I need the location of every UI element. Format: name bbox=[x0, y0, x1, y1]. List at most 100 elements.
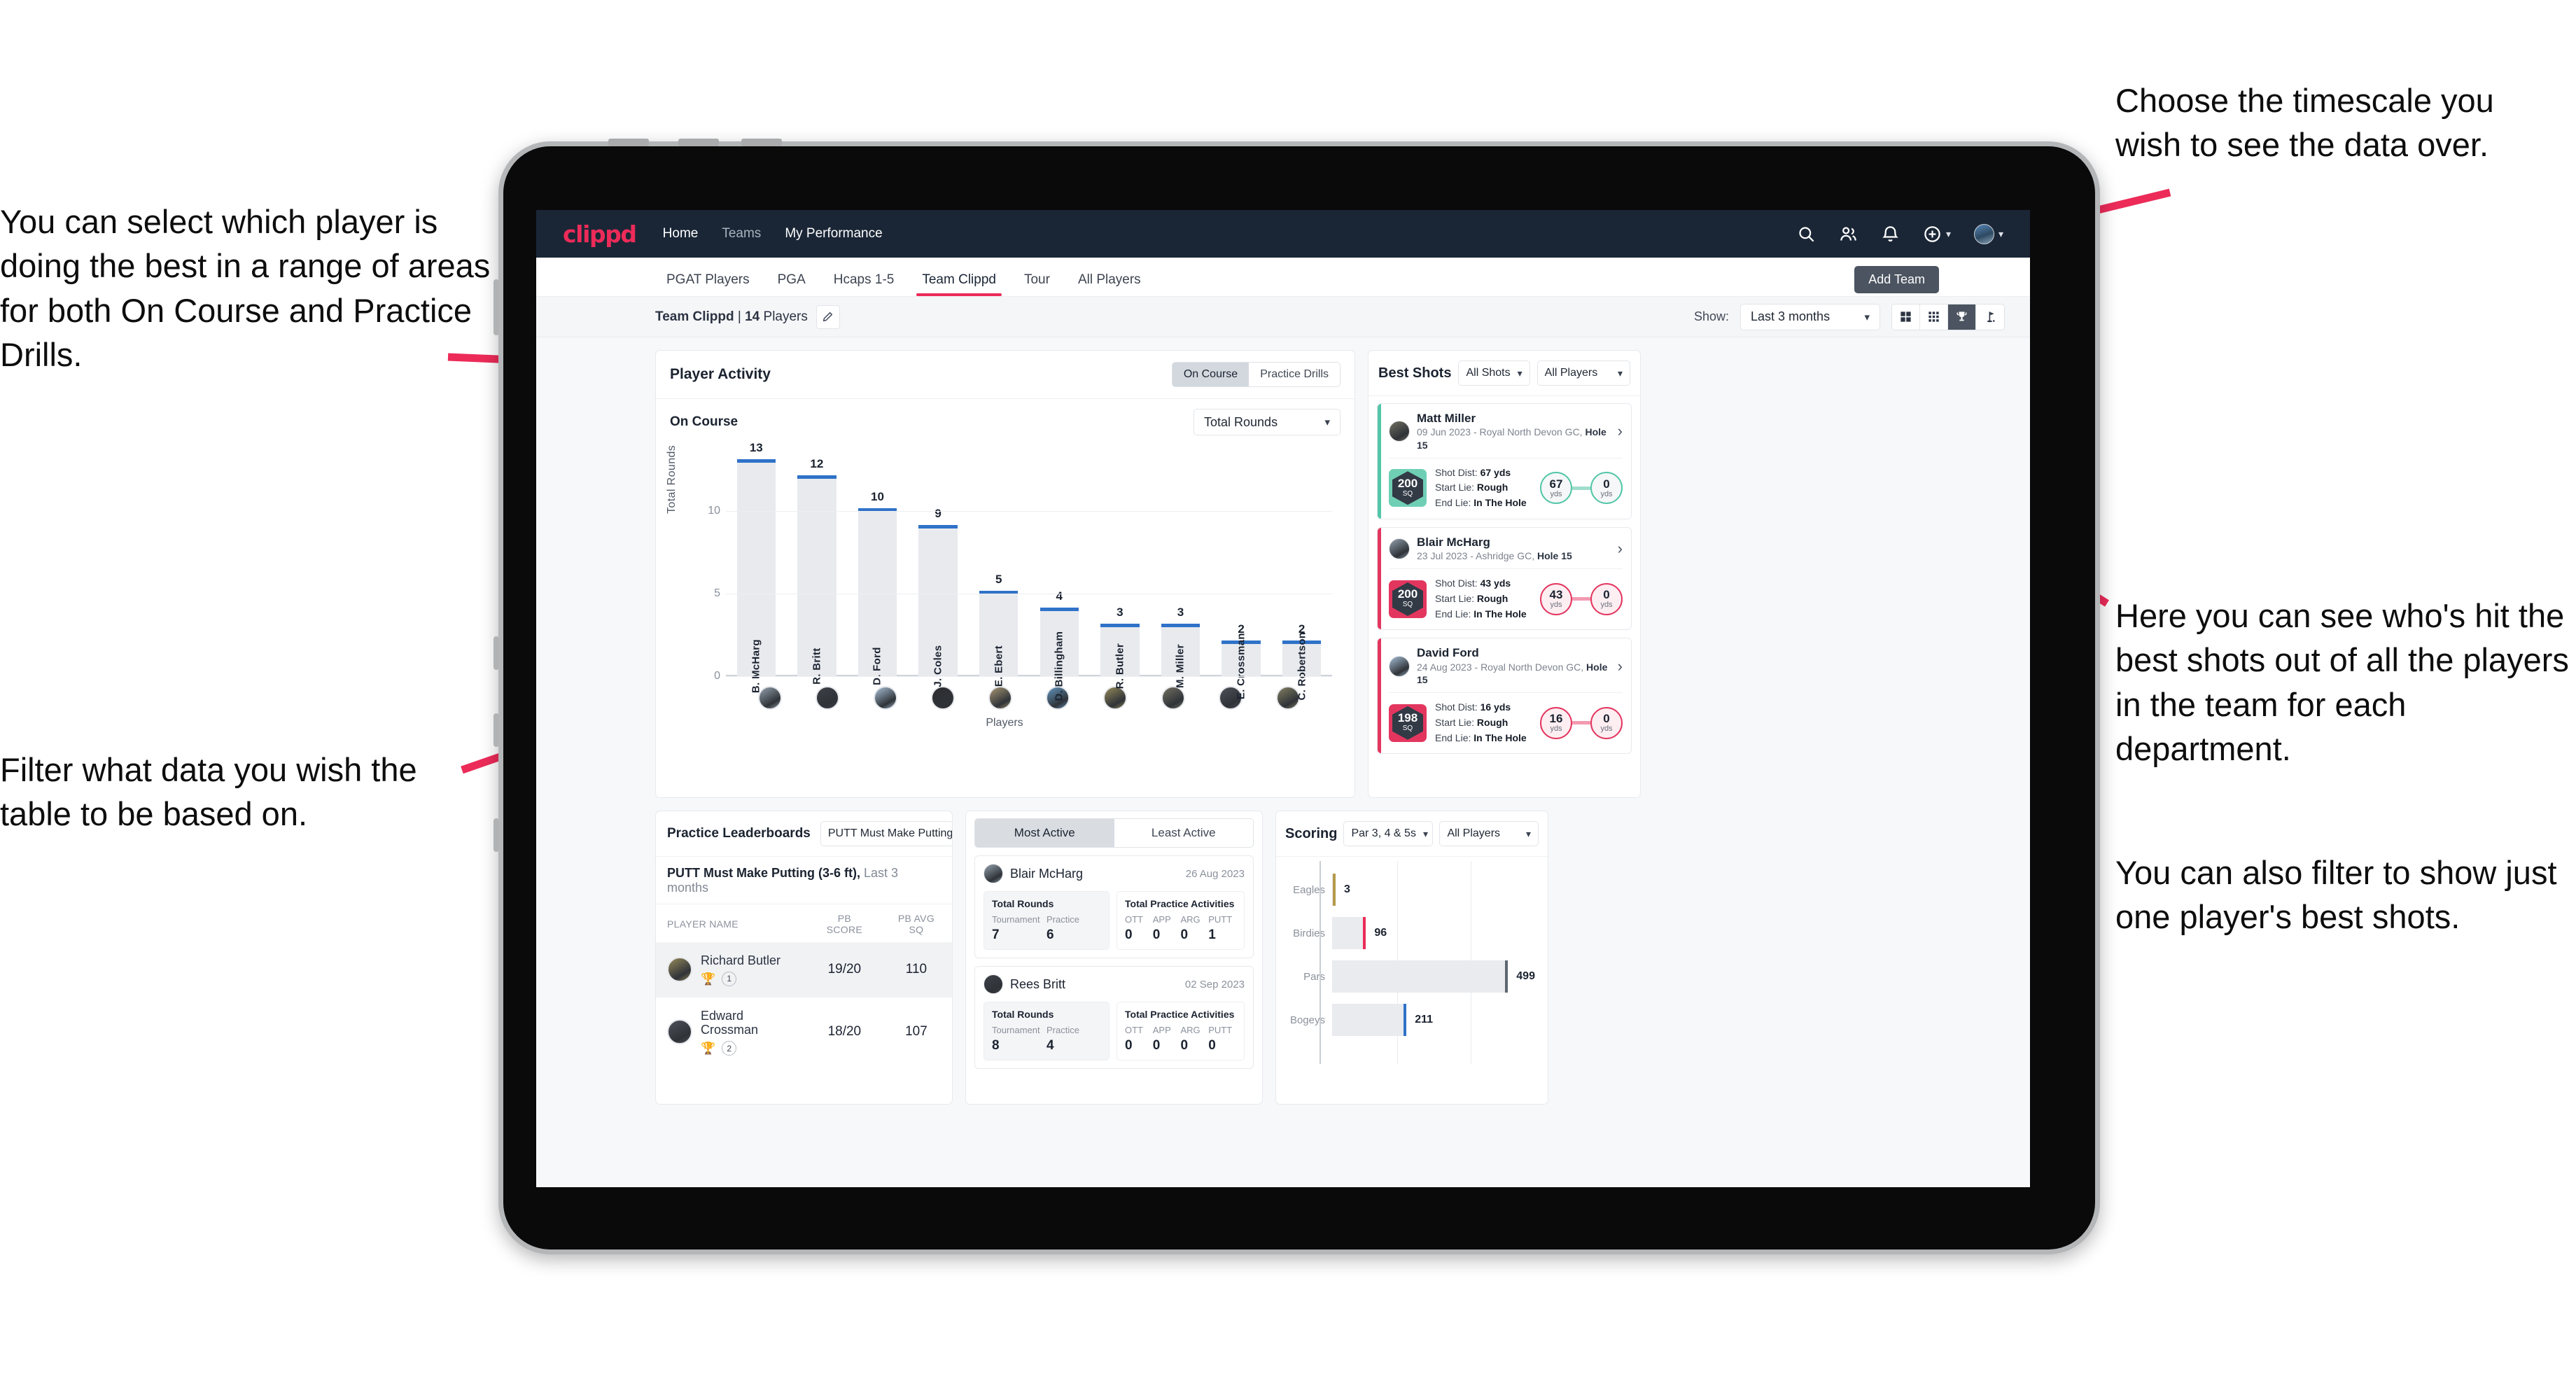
scoring-bar[interactable] bbox=[1332, 1004, 1407, 1036]
trophy-icon-button[interactable] bbox=[1948, 304, 1976, 330]
scoring-bar[interactable] bbox=[1332, 960, 1508, 993]
bar[interactable]: 3 R. Butler bbox=[1100, 606, 1140, 689]
rank-row: 🏆 1 bbox=[701, 971, 780, 986]
drill-select[interactable]: PUTT Must Make Putting ... ▾ bbox=[820, 821, 952, 846]
end-lie-line: End Lie: In The Hole bbox=[1435, 731, 1527, 746]
user-avatar[interactable] bbox=[1973, 223, 1994, 244]
bell-icon[interactable] bbox=[1881, 225, 1900, 244]
tab-pgat-players[interactable]: PGAT Players bbox=[655, 272, 761, 296]
bar[interactable]: 13 B. McHarg bbox=[736, 441, 776, 693]
end-distance-circle: 0 yds bbox=[1590, 582, 1623, 615]
golf-flag-icon-button[interactable] bbox=[1976, 304, 2004, 330]
best-shot-body: 198 SQ Shot Dist: 16 yds Start Lie: Rough En… bbox=[1389, 700, 1623, 746]
player-block: Edward Crossman 🏆 2 bbox=[701, 1009, 797, 1056]
trophy-icon: 🏆 bbox=[701, 1042, 716, 1056]
scoring-player-select[interactable]: All Players ▾ bbox=[1439, 821, 1539, 846]
app-screen: clippd Home Teams My Performance ▾ ▾ PGA… bbox=[536, 210, 2030, 1187]
period-select[interactable]: Last 3 months ▾ bbox=[1740, 303, 1880, 330]
player-avatar[interactable] bbox=[1103, 686, 1128, 710]
player-avatar[interactable] bbox=[930, 686, 955, 710]
bar[interactable]: 4 D. Billingham bbox=[1040, 589, 1079, 701]
search-icon[interactable] bbox=[1797, 225, 1816, 244]
bar-slot: 4 D. Billingham bbox=[1029, 445, 1090, 701]
tab-hcaps-1-5[interactable]: Hcaps 1-5 bbox=[822, 272, 906, 296]
scoring-header: Scoring Par 3, 4 & 5s ▾ All Players ▾ bbox=[1276, 811, 1548, 857]
player-avatar[interactable] bbox=[1389, 538, 1410, 560]
clippd-logo[interactable]: clippd bbox=[563, 220, 637, 248]
player-avatar[interactable] bbox=[667, 957, 692, 983]
tab-team-clippd[interactable]: Team Clippd bbox=[911, 272, 1007, 296]
player-avatar[interactable] bbox=[1389, 421, 1410, 442]
tab-all-players[interactable]: All Players bbox=[1067, 272, 1152, 296]
bar[interactable]: 9 J. Coles bbox=[918, 507, 958, 687]
player-avatar[interactable] bbox=[667, 1019, 692, 1045]
player-avatar[interactable] bbox=[816, 686, 840, 710]
player-avatar[interactable] bbox=[988, 686, 1012, 710]
chevron-down-icon: ▾ bbox=[1422, 827, 1428, 839]
table-row[interactable]: Richard Butler 🏆 1 19/20 110 bbox=[656, 942, 952, 997]
start-lie-label: Start Lie: bbox=[1435, 482, 1475, 493]
nav-item-home[interactable]: Home bbox=[663, 226, 699, 241]
chevron-right-icon[interactable]: › bbox=[1618, 422, 1623, 440]
tab-least-active[interactable]: Least Active bbox=[1114, 819, 1253, 847]
best-shots-player-filter[interactable]: All Players ▾ bbox=[1536, 360, 1630, 386]
metric-select[interactable]: Total Rounds ▾ bbox=[1194, 409, 1340, 435]
best-shot-item[interactable]: Matt Miller 09 Jun 2023 - Royal North Dev… bbox=[1377, 403, 1632, 519]
player-name: Richard Butler bbox=[701, 953, 781, 967]
nav-item-my-performance[interactable]: My Performance bbox=[785, 226, 882, 241]
bar-category-label: J. Coles bbox=[932, 645, 944, 687]
player-avatar[interactable] bbox=[983, 974, 1003, 994]
chevron-down-icon[interactable]: ▾ bbox=[1998, 228, 2003, 240]
table-row[interactable]: Edward Crossman 🏆 2 18/20 107 bbox=[656, 997, 952, 1067]
segment-on-course[interactable]: On Course bbox=[1172, 363, 1250, 386]
bar[interactable]: 5 E. Ebert bbox=[979, 573, 1018, 687]
chevron-down-icon[interactable]: ▾ bbox=[1946, 228, 1951, 240]
edit-team-button[interactable] bbox=[816, 304, 840, 329]
bar[interactable]: 3 M. Miller bbox=[1161, 606, 1200, 688]
start-distance-value: 67 bbox=[1549, 477, 1563, 491]
add-team-button[interactable]: Add Team bbox=[1854, 266, 1939, 293]
par-select[interactable]: Par 3, 4 & 5s ▾ bbox=[1343, 821, 1434, 846]
people-icon[interactable] bbox=[1839, 225, 1858, 244]
best-shots-shot-filter[interactable]: All Shots ▾ bbox=[1458, 360, 1530, 386]
navbar-right-actions: ▾ ▾ bbox=[1797, 223, 2003, 244]
player-avatar[interactable] bbox=[1389, 655, 1410, 677]
bar[interactable]: 2 C. Robertson bbox=[1282, 622, 1322, 700]
tab-most-active[interactable]: Most Active bbox=[975, 819, 1114, 847]
grid-large-icon-button[interactable] bbox=[1892, 304, 1920, 330]
tab-tour[interactable]: Tour bbox=[1013, 272, 1061, 296]
chevron-right-icon[interactable]: › bbox=[1618, 657, 1623, 676]
cell-pb-avg-sq: 107 bbox=[905, 1024, 927, 1040]
bar[interactable]: 12 R. Britt bbox=[797, 457, 836, 685]
plus-circle-menu[interactable]: ▾ bbox=[1923, 225, 1951, 244]
scoring-bar[interactable] bbox=[1332, 917, 1366, 949]
avatar-slot bbox=[914, 686, 972, 710]
toolbar-right: Show: Last 3 months ▾ bbox=[1694, 303, 2005, 330]
grid-small-icon-button[interactable] bbox=[1920, 304, 1948, 330]
activity-item[interactable]: Blair McHarg 26 Aug 2023 Total Rounds Tourn… bbox=[974, 855, 1254, 958]
user-menu[interactable]: ▾ bbox=[1973, 223, 2003, 244]
best-shot-item[interactable]: David Ford 24 Aug 2023 - Royal North Devo… bbox=[1377, 638, 1632, 755]
end-lie-value: In The Hole bbox=[1474, 497, 1527, 509]
segment-practice-drills[interactable]: Practice Drills bbox=[1249, 363, 1340, 386]
avatar-slot bbox=[1259, 686, 1317, 710]
player-avatar[interactable] bbox=[873, 686, 897, 710]
chevron-right-icon[interactable]: › bbox=[1618, 540, 1623, 558]
pencil-icon bbox=[823, 312, 833, 322]
plus-circle-icon[interactable] bbox=[1923, 225, 1942, 244]
tab-pga[interactable]: PGA bbox=[766, 272, 817, 296]
annotation-right-top: Choose the timescale you wish to see the… bbox=[2115, 82, 2494, 164]
best-shot-item[interactable]: Blair McHarg 23 Jul 2023 - Ashridge GC, H… bbox=[1377, 526, 1632, 631]
player-activity-card: Player Activity On Course Practice Drill… bbox=[655, 350, 1355, 798]
trophy-icon bbox=[1956, 312, 1967, 321]
rounds-col-value: 7 bbox=[992, 927, 1000, 942]
practice-col-header: APP bbox=[1152, 914, 1171, 925]
scoring-bar[interactable] bbox=[1332, 874, 1336, 906]
nav-item-teams[interactable]: Teams bbox=[722, 226, 761, 241]
activity-date: 26 Aug 2023 bbox=[1185, 867, 1245, 880]
distance-connector bbox=[1572, 597, 1590, 601]
player-avatar[interactable] bbox=[1161, 686, 1185, 710]
activity-item[interactable]: Rees Britt 02 Sep 2023 Total Rounds Tournam… bbox=[974, 966, 1254, 1069]
player-avatar[interactable] bbox=[983, 864, 1003, 883]
bar[interactable]: 2 E. Crossman bbox=[1222, 622, 1261, 699]
